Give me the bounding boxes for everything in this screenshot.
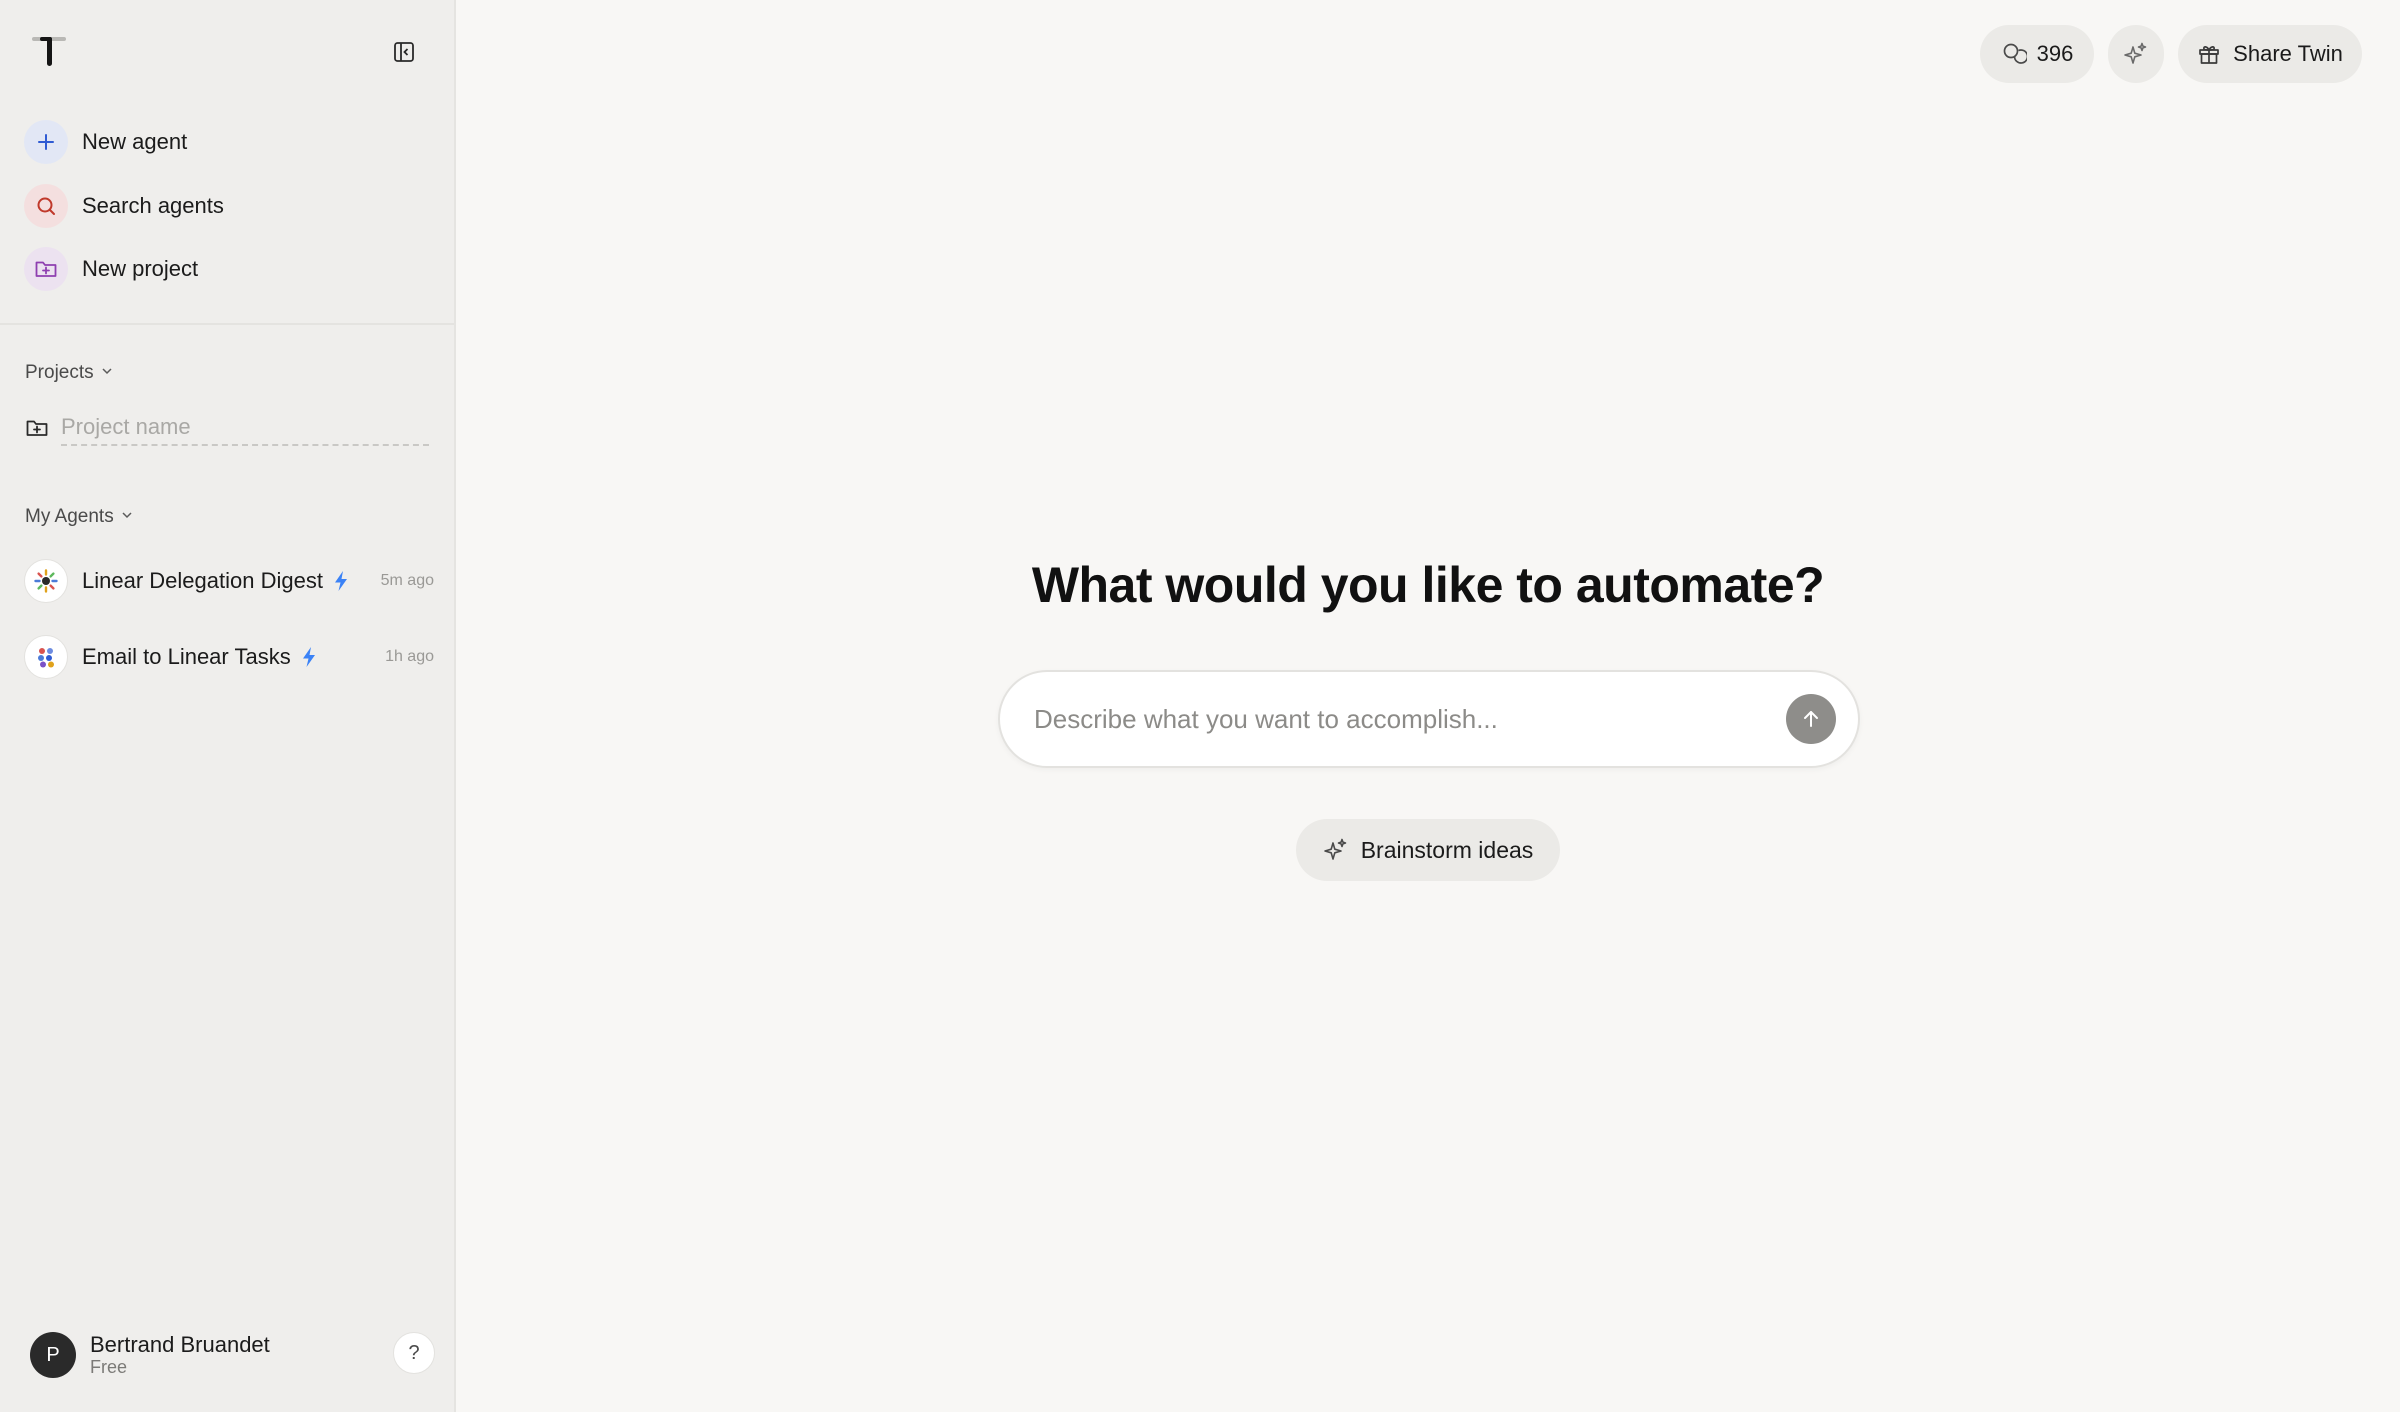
my-agents-section-title: My Agents <box>25 506 114 527</box>
project-name-row <box>25 410 431 446</box>
twin-logo-icon[interactable] <box>30 34 70 68</box>
prompt-input[interactable] <box>1032 689 1786 749</box>
agent-name: Linear Delegation Digest <box>82 568 323 593</box>
user-info[interactable]: Bertrand Bruandet Free <box>90 1332 270 1378</box>
sparkle-icon <box>2123 41 2149 67</box>
arrow-up-icon <box>1804 711 1818 727</box>
user-name: Bertrand Bruandet <box>90 1332 270 1357</box>
lightning-bolt-icon <box>301 646 317 668</box>
app-root: New agent Search agents New project Proj… <box>0 0 2400 1412</box>
credits-button[interactable]: 396 <box>1980 25 2094 83</box>
credits-count: 396 <box>2036 41 2074 66</box>
chevron-down-icon <box>120 506 134 528</box>
plus-icon <box>24 120 68 164</box>
folder-plus-icon <box>25 417 49 439</box>
agent-timestamp: 5m ago <box>380 572 434 589</box>
my-agents-section-toggle[interactable]: My Agents <box>25 506 134 528</box>
user-avatar[interactable]: P <box>30 1332 76 1378</box>
sidebar-divider <box>0 323 454 325</box>
sidebar: New agent Search agents New project Proj… <box>0 0 456 1412</box>
gift-icon <box>2197 42 2221 66</box>
agent-avatar-icon <box>24 559 68 603</box>
search-agents-label: Search agents <box>82 193 224 218</box>
new-project-button[interactable]: New project <box>24 245 434 293</box>
send-button[interactable] <box>1786 694 1836 744</box>
agent-item[interactable]: Linear Delegation Digest 5m ago <box>24 557 434 605</box>
new-agent-button[interactable]: New agent <box>24 118 434 166</box>
chevron-down-icon <box>100 362 114 384</box>
agent-avatar-icon <box>24 635 68 679</box>
agent-name: Email to Linear Tasks <box>82 644 291 669</box>
sidebar-collapse-icon[interactable] <box>386 36 422 68</box>
new-project-label: New project <box>82 256 199 281</box>
share-twin-label: Share Twin <box>2233 41 2343 66</box>
folder-plus-icon <box>24 247 68 291</box>
sparkle-icon <box>1323 837 1349 863</box>
help-button[interactable]: ? <box>393 1332 435 1374</box>
agent-timestamp: 1h ago <box>385 648 434 665</box>
search-icon <box>24 184 68 228</box>
lightning-bolt-icon <box>333 570 349 592</box>
projects-section-toggle[interactable]: Projects <box>25 362 114 384</box>
search-agents-button[interactable]: Search agents <box>24 182 434 230</box>
user-account: P Bertrand Bruandet Free ? <box>30 1330 440 1380</box>
new-agent-label: New agent <box>82 129 188 154</box>
brainstorm-ideas-label: Brainstorm ideas <box>1360 836 1534 863</box>
page-title: What would you like to automate? <box>1031 557 1825 613</box>
project-name-input[interactable] <box>61 410 429 446</box>
user-plan: Free <box>90 1357 128 1378</box>
sparkle-button[interactable] <box>2108 25 2164 83</box>
share-twin-button[interactable]: Share Twin <box>2178 25 2362 83</box>
projects-section-title: Projects <box>25 362 94 383</box>
agent-item[interactable]: Email to Linear Tasks 1h ago <box>24 633 434 681</box>
prompt-box <box>998 670 1860 768</box>
credits-icon <box>2001 41 2027 67</box>
brainstorm-ideas-button[interactable]: Brainstorm ideas <box>1296 819 1560 881</box>
